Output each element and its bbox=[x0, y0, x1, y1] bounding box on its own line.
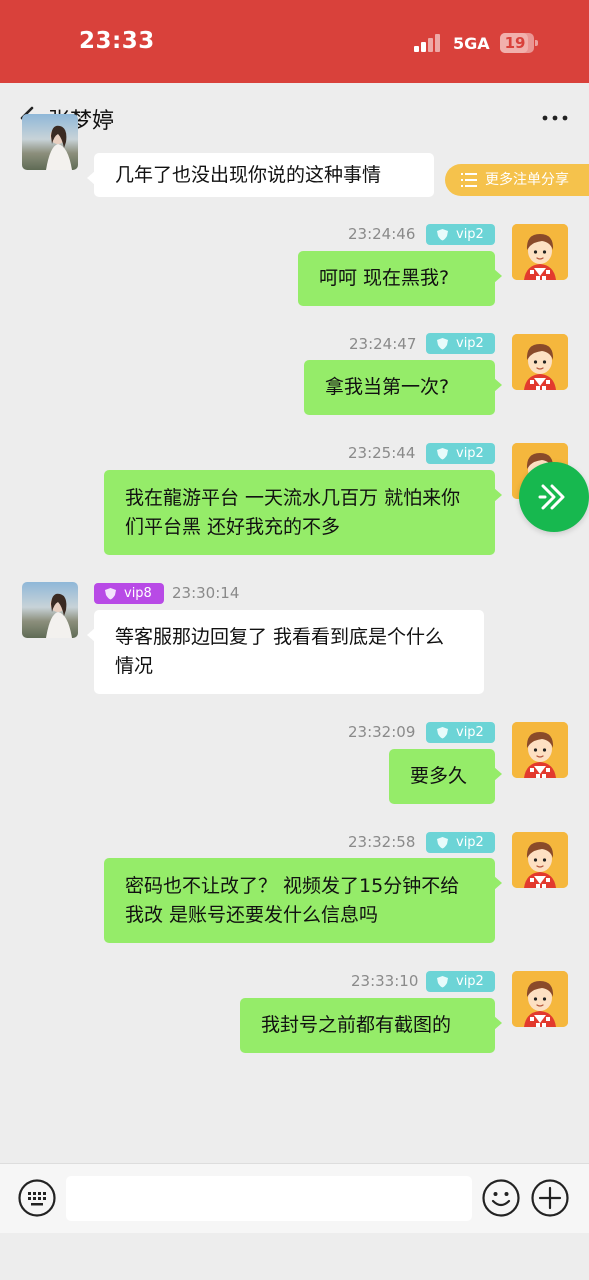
more-dots-icon bbox=[542, 115, 568, 121]
battery-level: 19 bbox=[504, 34, 526, 52]
more-options-button[interactable] bbox=[538, 101, 572, 135]
vip-badge: vip2 bbox=[426, 971, 495, 992]
my-avatar[interactable] bbox=[512, 722, 568, 778]
my-avatar[interactable] bbox=[512, 971, 568, 1027]
shield-icon bbox=[437, 338, 448, 350]
message-bubble[interactable]: 我封号之前都有截图的 bbox=[240, 998, 502, 1053]
message-bubble[interactable]: 等客服那边回复了 我看看到底是个什么情况 bbox=[87, 610, 484, 694]
message-text: 要多久 bbox=[410, 765, 468, 787]
contact-avatar[interactable] bbox=[22, 582, 78, 638]
network-type: 5GA bbox=[453, 34, 490, 53]
shield-icon bbox=[437, 837, 448, 849]
bottom-safe-area bbox=[0, 1233, 589, 1280]
message-input[interactable] bbox=[66, 1176, 472, 1221]
contact-avatar[interactable] bbox=[22, 114, 78, 170]
status-bar: 23:33 5GA 19 bbox=[0, 0, 589, 83]
message-timestamp: 23:33:10 bbox=[351, 972, 419, 990]
emoji-button[interactable] bbox=[481, 1178, 521, 1218]
keyboard-button[interactable] bbox=[17, 1178, 57, 1218]
message-bubble[interactable]: 拿我当第一次? bbox=[304, 360, 502, 415]
message-timestamp: 23:30:14 bbox=[172, 584, 240, 602]
vip-badge: vip2 bbox=[426, 443, 495, 464]
message-text: 拿我当第一次? bbox=[325, 376, 450, 398]
my-avatar[interactable] bbox=[512, 832, 568, 888]
floating-action-button[interactable] bbox=[519, 462, 589, 532]
message-timestamp: 23:24:47 bbox=[349, 335, 417, 353]
my-avatar[interactable] bbox=[512, 224, 568, 280]
message-timestamp: 23:24:46 bbox=[348, 225, 416, 243]
vip-badge: vip2 bbox=[426, 832, 495, 853]
vip-badge: vip2 bbox=[426, 333, 495, 354]
message-bubble[interactable]: 要多久 bbox=[389, 749, 502, 804]
double-chevron-right-icon bbox=[538, 484, 565, 510]
share-bets-button[interactable]: 更多注单分享 bbox=[445, 164, 589, 196]
my-avatar[interactable] bbox=[512, 334, 568, 390]
message-text: 密码也不让改了？ 视频发了15分钟不给我改 是账号还要发什么信息吗 bbox=[125, 874, 460, 926]
signal-strength-icon bbox=[414, 34, 444, 52]
plus-icon bbox=[531, 1179, 569, 1217]
keyboard-icon bbox=[18, 1179, 56, 1217]
shield-icon bbox=[105, 588, 116, 600]
share-bets-label: 更多注单分享 bbox=[485, 172, 569, 188]
message-timestamp: 23:32:58 bbox=[348, 833, 416, 851]
message-timestamp: 23:32:09 bbox=[348, 723, 416, 741]
battery-icon: 19 bbox=[500, 33, 538, 53]
message-bubble[interactable]: 密码也不让改了？ 视频发了15分钟不给我改 是账号还要发什么信息吗 bbox=[104, 858, 502, 943]
more-functions-button[interactable] bbox=[530, 1178, 570, 1218]
vip-badge: vip2 bbox=[426, 224, 495, 245]
shield-icon bbox=[437, 727, 448, 739]
message-text: 呵呵 现在黑我? bbox=[319, 267, 450, 289]
vip-badge: vip2 bbox=[426, 722, 495, 743]
shield-icon bbox=[437, 976, 448, 988]
chat-header: 张梦婷 bbox=[0, 83, 589, 153]
status-time: 23:33 bbox=[79, 28, 155, 54]
shield-icon bbox=[437, 448, 448, 460]
message-bubble[interactable]: 呵呵 现在黑我? bbox=[298, 251, 502, 306]
message-text: 我在龍游平台 一天流水几百万 就怕来你们平台黑 还好我充的不多 bbox=[125, 486, 461, 538]
message-timestamp: 23:25:44 bbox=[348, 444, 416, 462]
message-bubble[interactable]: 几年了也没出现你说的这种事情 bbox=[87, 153, 434, 197]
message-text: 我封号之前都有截图的 bbox=[261, 1014, 452, 1036]
message-text: 等客服那边回复了 我看看到底是个什么情况 bbox=[115, 626, 445, 677]
message-bubble[interactable]: 我在龍游平台 一天流水几百万 就怕来你们平台黑 还好我充的不多 bbox=[104, 470, 502, 555]
list-icon bbox=[461, 173, 477, 187]
vip-badge: vip8 bbox=[94, 583, 164, 604]
shield-icon bbox=[437, 229, 448, 241]
chat-screen: 23:33 5GA 19 张梦婷 几年了也没出现你说的这种事情 更多注单分享 2… bbox=[0, 0, 589, 1280]
input-bar bbox=[0, 1163, 589, 1233]
smile-icon bbox=[482, 1179, 520, 1217]
message-text: 几年了也没出现你说的这种事情 bbox=[115, 163, 382, 186]
